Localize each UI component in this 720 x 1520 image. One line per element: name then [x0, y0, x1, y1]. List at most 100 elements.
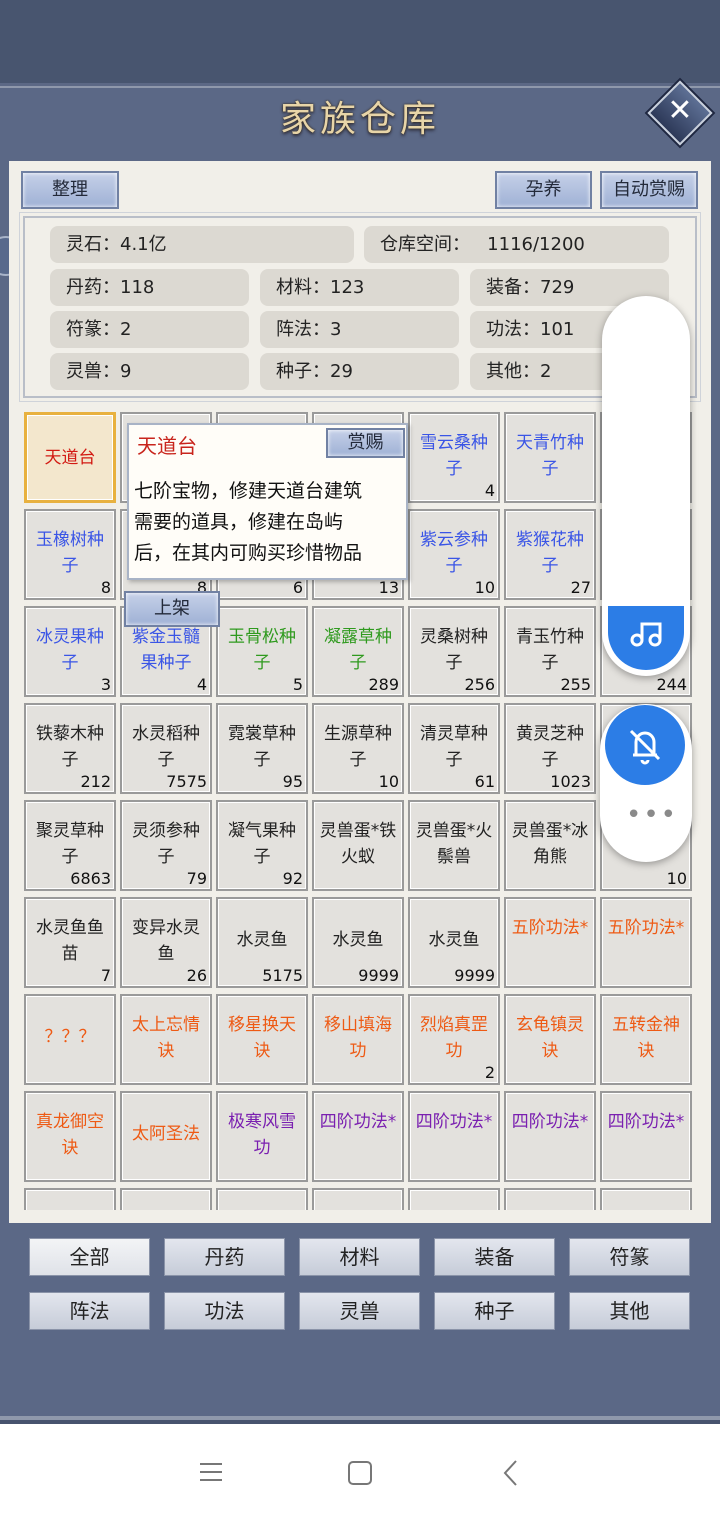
stat-spirit-stone: 灵石：4.1亿 [50, 226, 354, 263]
tooltip-line: 后，在其内可购买珍惜物品 [134, 542, 363, 564]
item-name: 灵兽蛋*冰角熊 [511, 821, 589, 867]
tab-符篆[interactable]: 符篆 [569, 1238, 690, 1276]
more-icon[interactable]: ••• [626, 802, 676, 828]
item-slot[interactable]: 铁藜木种子 212 [24, 703, 116, 794]
item-slot[interactable]: 水灵稻种子 7575 [120, 703, 212, 794]
menu-icon[interactable] [198, 1460, 224, 1484]
close-icon[interactable]: ✕ [657, 88, 703, 134]
item-slot[interactable]: 太阿圣法 [120, 1091, 212, 1182]
item-slot[interactable]: 四阶功法* [408, 1091, 500, 1182]
item-slot[interactable] [600, 1188, 692, 1210]
item-slot[interactable]: 玄龟镇灵诀 [504, 994, 596, 1085]
item-count: 8 [100, 578, 111, 597]
item-name: 水灵鱼鱼苗 [36, 918, 104, 964]
item-slot[interactable]: 四阶功法* [312, 1091, 404, 1182]
item-slot[interactable]: 变异水灵鱼 26 [120, 897, 212, 988]
item-slot[interactable]: 真龙御空诀 [24, 1091, 116, 1182]
item-slot[interactable]: 玉骨松种子 5 [216, 606, 308, 697]
item-count: 2 [484, 1063, 495, 1082]
shelf-button[interactable]: 上架 [124, 591, 220, 627]
item-slot[interactable] [24, 1188, 116, 1210]
tab-装备[interactable]: 装备 [434, 1238, 555, 1276]
item-name: 四阶功法* [511, 1112, 589, 1132]
item-name: 生源草种子 [324, 724, 392, 770]
item-name: 玉骨松种子 [228, 627, 296, 673]
item-slot[interactable]: 水灵鱼 9999 [312, 897, 404, 988]
item-slot[interactable]: 水灵鱼鱼苗 7 [24, 897, 116, 988]
item-name: 紫云参种子 [420, 530, 488, 576]
item-slot[interactable]: 雪云桑种子 4 [408, 412, 500, 503]
item-slot[interactable]: ？？？ [24, 994, 116, 1085]
item-slot[interactable]: 五阶功法* [600, 897, 692, 988]
breed-button[interactable]: 孕养 [495, 171, 592, 209]
item-slot[interactable] [408, 1188, 500, 1210]
item-slot[interactable]: 紫猴花种子 27 [504, 509, 596, 600]
tab-功法[interactable]: 功法 [164, 1292, 285, 1330]
item-slot[interactable] [216, 1188, 308, 1210]
item-name: 灵兽蛋*火鬃兽 [415, 821, 493, 867]
item-name: 极寒风雪功 [228, 1112, 296, 1158]
item-slot[interactable]: 五转金神诀 [600, 994, 692, 1085]
item-slot[interactable]: 玉橡树种子 8 [24, 509, 116, 600]
item-slot[interactable]: 四阶功法* [600, 1091, 692, 1182]
tab-灵兽[interactable]: 灵兽 [299, 1292, 420, 1330]
tab-全部[interactable]: 全部 [29, 1238, 150, 1276]
item-slot[interactable]: 冰灵果种子 3 [24, 606, 116, 697]
auto-reward-button[interactable]: 自动赏赐 [600, 171, 698, 209]
item-slot[interactable]: 灵兽蛋*铁火蚁 [312, 800, 404, 891]
item-slot[interactable]: 水灵鱼 9999 [408, 897, 500, 988]
item-slot[interactable]: 移山填海功 [312, 994, 404, 1085]
item-slot[interactable]: 天道台 [24, 412, 116, 503]
item-slot[interactable] [312, 1188, 404, 1210]
item-slot[interactable]: 四阶功法* [504, 1091, 596, 1182]
stat-talismans: 符篆：2 [50, 311, 249, 348]
tab-其他[interactable]: 其他 [569, 1292, 690, 1330]
music-button[interactable] [608, 606, 684, 670]
item-slot[interactable]: 霓裳草种子 95 [216, 703, 308, 794]
item-count: 6863 [70, 869, 111, 888]
item-slot[interactable]: 凝气果种子 92 [216, 800, 308, 891]
home-icon[interactable] [346, 1459, 374, 1487]
item-count: 79 [186, 869, 207, 888]
item-slot[interactable]: 灵须参种子 79 [120, 800, 212, 891]
stat-formations: 阵法：3 [260, 311, 459, 348]
item-slot[interactable]: 灵兽蛋*火鬃兽 [408, 800, 500, 891]
tab-丹药[interactable]: 丹药 [164, 1238, 285, 1276]
sort-button[interactable]: 整理 [21, 171, 119, 209]
item-slot[interactable]: 紫云参种子 10 [408, 509, 500, 600]
item-count: 10 [378, 772, 399, 791]
tab-种子[interactable]: 种子 [434, 1292, 555, 1330]
item-slot[interactable]: 青玉竹种子 255 [504, 606, 596, 697]
item-slot[interactable]: 黄灵芝种子 1023 [504, 703, 596, 794]
item-count: 61 [474, 772, 495, 791]
tooltip-line: 需要的道具，修建在岛屿 [134, 511, 344, 533]
tab-阵法[interactable]: 阵法 [29, 1292, 150, 1330]
reward-button[interactable]: 赏赐 [326, 428, 405, 458]
item-slot[interactable] [120, 1188, 212, 1210]
item-slot[interactable]: 天青竹种子 [504, 412, 596, 503]
item-slot[interactable]: 生源草种子 10 [312, 703, 404, 794]
item-slot[interactable]: 聚灵草种子 6863 [24, 800, 116, 891]
item-count: 4 [484, 481, 495, 500]
mute-bell-button[interactable] [605, 705, 685, 785]
item-slot[interactable]: 烈焰真罡功 2 [408, 994, 500, 1085]
item-slot[interactable]: 五阶功法* [504, 897, 596, 988]
item-count: 26 [186, 966, 207, 985]
item-name: 玄龟镇灵诀 [516, 1015, 584, 1061]
item-slot[interactable]: 灵兽蛋*冰角熊 [504, 800, 596, 891]
item-name: 青玉竹种子 [516, 627, 584, 673]
item-slot[interactable]: 移星换天诀 [216, 994, 308, 1085]
item-slot[interactable]: 水灵鱼 5175 [216, 897, 308, 988]
item-slot[interactable]: 凝露草种子 289 [312, 606, 404, 697]
item-count: 95 [282, 772, 303, 791]
item-slot[interactable]: 灵桑树种子 256 [408, 606, 500, 697]
item-name: 聚灵草种子 [36, 821, 104, 867]
item-slot[interactable] [504, 1188, 596, 1210]
item-slot[interactable]: 清灵草种子 61 [408, 703, 500, 794]
item-slot[interactable]: 极寒风雪功 [216, 1091, 308, 1182]
tab-材料[interactable]: 材料 [299, 1238, 420, 1276]
status-bar [0, 0, 720, 86]
item-name: 凝气果种子 [228, 821, 296, 867]
back-icon[interactable] [500, 1458, 522, 1488]
item-slot[interactable]: 太上忘情诀 [120, 994, 212, 1085]
